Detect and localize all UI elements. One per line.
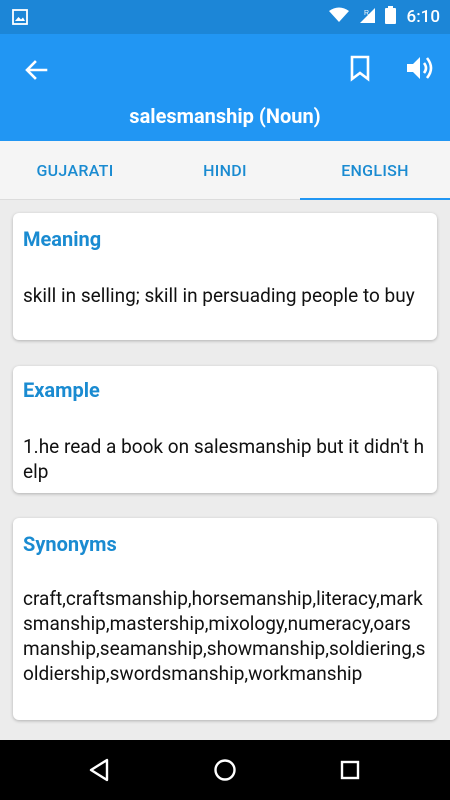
- arrow-back-icon[interactable]: [22, 56, 50, 84]
- nav-home-icon[interactable]: [210, 755, 240, 785]
- tab-gujarati[interactable]: GUJARATI: [0, 141, 150, 199]
- app-bar: salesmanship (Noun): [0, 34, 450, 141]
- status-time: 6:10: [406, 7, 440, 27]
- bookmark-icon[interactable]: [348, 54, 372, 82]
- synonyms-text: craft,craftsmanship,horsemanship,literac…: [23, 587, 426, 685]
- example-heading: Example: [23, 378, 100, 402]
- meaning-heading: Meaning: [23, 227, 102, 251]
- meaning-card: Meaning skill in selling; skill in persu…: [13, 213, 437, 340]
- battery-icon: [384, 6, 396, 28]
- tab-hindi[interactable]: HINDI: [150, 141, 300, 199]
- nav-recents-icon[interactable]: [335, 755, 365, 785]
- navigation-bar: [0, 740, 450, 800]
- signal-icon: R: [358, 7, 376, 28]
- synonyms-heading: Synonyms: [23, 532, 117, 556]
- tab-english[interactable]: ENGLISH: [300, 141, 450, 200]
- image-icon: [12, 9, 28, 29]
- example-text: 1.he read a book on salesmanship but it …: [23, 435, 425, 483]
- synonyms-card: Synonyms craft,craftsmanship,horsemanshi…: [13, 518, 437, 720]
- svg-text:R: R: [364, 10, 369, 17]
- meaning-text: skill in selling; skill in persuading pe…: [23, 284, 415, 307]
- page-title: salesmanship (Noun): [129, 104, 321, 128]
- nav-back-icon[interactable]: [85, 755, 115, 785]
- wifi-icon: [328, 7, 349, 27]
- volume-icon[interactable]: [404, 52, 436, 84]
- status-bar: R 6:10: [0, 0, 450, 34]
- tab-bar: GUJARATI HINDI ENGLISH: [0, 141, 450, 200]
- example-card: Example 1.he read a book on salesmanship…: [13, 366, 437, 493]
